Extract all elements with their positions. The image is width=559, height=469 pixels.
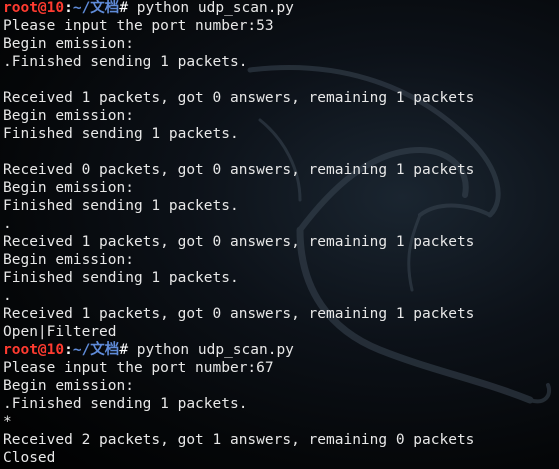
output-line: Begin emission: (3, 108, 134, 124)
command-text: python udp_scan.py (128, 342, 294, 358)
prompt-user: root@10 (3, 0, 65, 16)
prompt-path: ~/文档 (72, 342, 120, 358)
prompt-colon: : (64, 342, 73, 358)
output-line: Received 1 packets, got 0 answers, remai… (3, 90, 475, 106)
output-line: * (3, 414, 12, 430)
output-line: Received 2 packets, got 1 answers, remai… (3, 432, 475, 448)
output-line: .Finished sending 1 packets. (3, 54, 248, 70)
prompt-line: root@10:~/文档# python udp_scan.py (3, 341, 559, 359)
output-line: Open|Filtered (3, 324, 117, 340)
output-line: Begin emission: (3, 252, 134, 268)
output-line: Received 1 packets, got 0 answers, remai… (3, 306, 475, 322)
output-line: Finished sending 1 packets. (3, 270, 239, 286)
output-line: Begin emission: (3, 180, 134, 196)
output-line: Received 0 packets, got 0 answers, remai… (3, 162, 475, 178)
output-line: Received 1 packets, got 0 answers, remai… (3, 234, 475, 250)
output-line: Finished sending 1 packets. (3, 198, 239, 214)
output-line: Closed (3, 450, 56, 466)
terminal-output: root@10:~/文档# python udp_scan.py Please … (3, 0, 559, 469)
prompt-symbol: # (119, 0, 129, 16)
prompt-path: ~/文档 (72, 0, 120, 16)
prompt-colon: : (64, 0, 73, 16)
output-line: Finished sending 1 packets. (3, 126, 239, 142)
output-line: . (3, 288, 12, 304)
output-line: Please input the port number:53 (3, 18, 274, 34)
prompt-user: root@10 (3, 342, 65, 358)
command-text: python udp_scan.py (128, 0, 294, 16)
output-line: Begin emission: (3, 36, 134, 52)
output-line: .Finished sending 1 packets. (3, 396, 248, 412)
prompt-line: root@10:~/文档# python udp_scan.py (3, 0, 559, 17)
output-line: . (3, 216, 12, 232)
terminal-window[interactable]: root@10:~/文档# python udp_scan.py Please … (0, 0, 559, 469)
output-line: Please input the port number:67 (3, 360, 274, 376)
prompt-symbol: # (119, 342, 129, 358)
output-line: Begin emission: (3, 378, 134, 394)
